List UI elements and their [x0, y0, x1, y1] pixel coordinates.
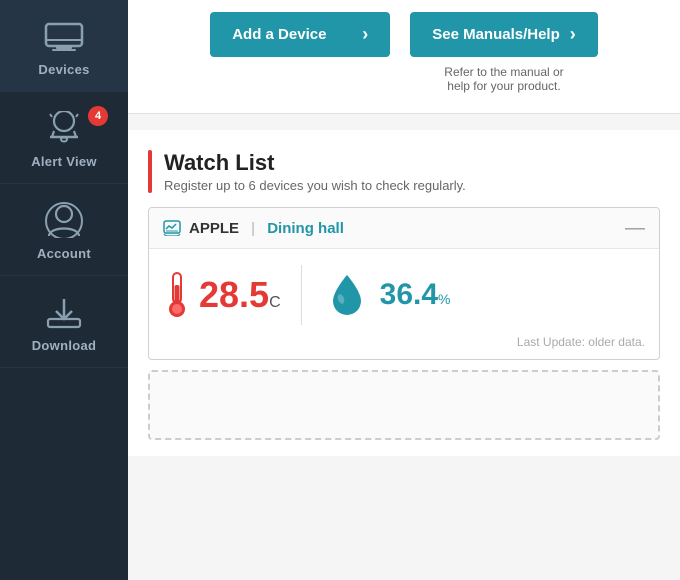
sidebar: Devices 4 Alert View: [0, 0, 128, 580]
separator: |: [251, 220, 255, 237]
thermometer-icon: [163, 269, 191, 321]
temperature-unit: C: [269, 294, 281, 311]
account-icon: [42, 202, 86, 238]
device-card-0: APPLE | Dining hall —: [148, 207, 660, 360]
watch-list-title: Watch List: [164, 150, 466, 176]
add-device-button[interactable]: Add a Device ›: [210, 12, 390, 57]
device-card-empty: [148, 370, 660, 440]
sidebar-item-download[interactable]: Download: [0, 276, 128, 368]
watch-title-group: Watch List Register up to 6 devices you …: [164, 150, 466, 193]
watch-list-section: Watch List Register up to 6 devices you …: [128, 130, 680, 456]
see-manuals-label: See Manuals/Help: [432, 26, 560, 43]
sidebar-item-alert-label: Alert View: [31, 154, 97, 169]
top-section: Add a Device › See Manuals/Help › Refer …: [128, 0, 680, 114]
temperature-group: 28.5C: [163, 269, 281, 321]
device-brand: APPLE: [189, 220, 239, 237]
download-icon: [42, 294, 86, 330]
devices-icon: [42, 18, 86, 54]
red-bar: [148, 150, 152, 193]
temperature-display: 28.5C: [199, 274, 281, 316]
temperature-value: 28.5: [199, 274, 269, 315]
device-card-header: APPLE | Dining hall —: [149, 208, 659, 249]
humidity-display: 36.4%: [380, 278, 451, 312]
sidebar-item-alert-view[interactable]: 4 Alert View: [0, 92, 128, 184]
humidity-group: 36.4%: [322, 265, 451, 325]
main-content: Add a Device › See Manuals/Help › Refer …: [128, 0, 680, 580]
sidebar-item-devices-label: Devices: [38, 62, 89, 77]
device-type-icon: [163, 220, 181, 236]
register-group: Add a Device ›: [210, 12, 390, 93]
device-card-body: 28.5C 36.4%: [149, 249, 659, 335]
minimize-button[interactable]: —: [625, 218, 645, 238]
add-device-label: Add a Device: [232, 26, 326, 43]
add-device-arrow: ›: [362, 24, 368, 45]
droplet-icon: [322, 265, 372, 325]
last-update: Last Update: older data.: [149, 335, 659, 359]
see-manuals-arrow: ›: [570, 24, 576, 45]
watch-list-subtitle: Register up to 6 devices you wish to che…: [164, 178, 466, 193]
transmit-group: See Manuals/Help › Refer to the manual o…: [410, 12, 598, 93]
device-name: APPLE | Dining hall: [163, 220, 344, 237]
help-note: Refer to the manual orhelp for your prod…: [410, 65, 598, 93]
sidebar-item-devices[interactable]: Devices: [0, 0, 128, 92]
alert-badge: 4: [88, 106, 108, 126]
humidity-value: 36.4: [380, 278, 438, 311]
sidebar-item-download-label: Download: [32, 338, 97, 353]
device-location: Dining hall: [267, 220, 344, 237]
sidebar-item-account-label: Account: [37, 246, 91, 261]
sidebar-item-account[interactable]: Account: [0, 184, 128, 276]
humidity-unit: %: [438, 291, 450, 307]
sensor-divider: [301, 265, 302, 325]
alert-icon: [42, 110, 86, 146]
see-manuals-button[interactable]: See Manuals/Help ›: [410, 12, 598, 57]
watch-list-header: Watch List Register up to 6 devices you …: [148, 150, 660, 193]
